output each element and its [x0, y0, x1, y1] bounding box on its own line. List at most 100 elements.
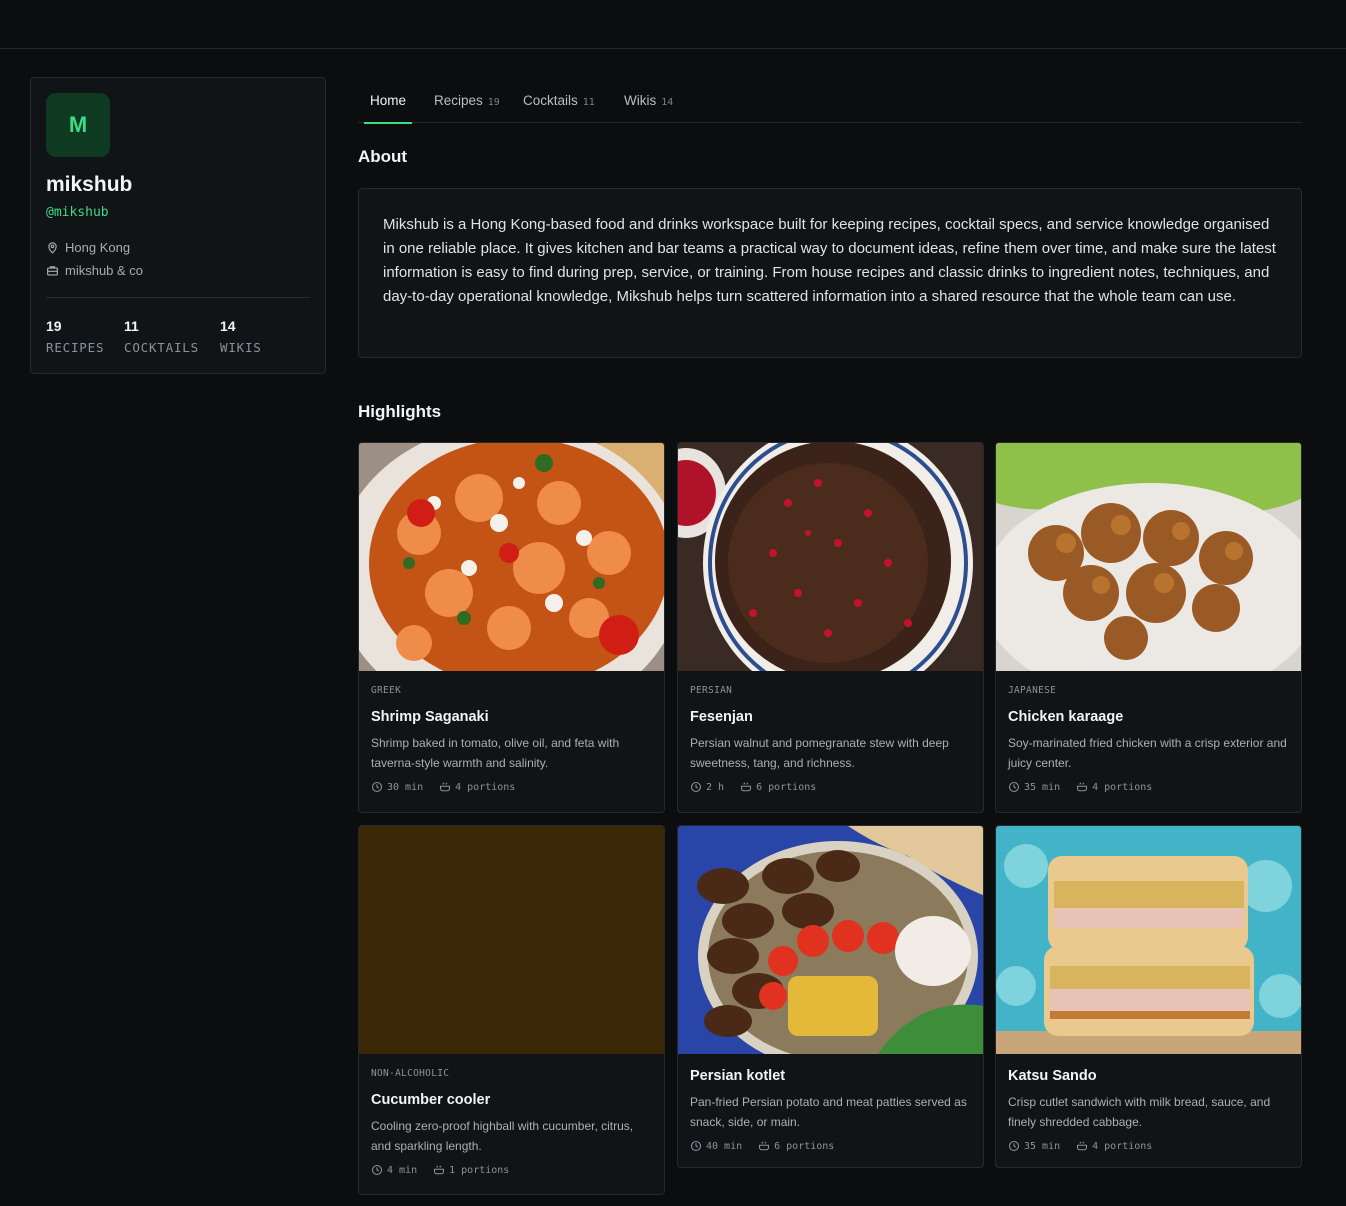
- recipe-card[interactable]: GREEK Shrimp Saganaki Shrimp baked in to…: [358, 442, 665, 813]
- cuisine-label: PERSIAN: [690, 685, 733, 696]
- portions-text: 1 portions: [449, 1164, 510, 1176]
- highlights-heading: Highlights: [358, 402, 442, 421]
- top-bar: [0, 0, 1346, 49]
- about-heading: About: [358, 147, 408, 166]
- avatar: M: [46, 93, 110, 157]
- portions-text: 4 portions: [1092, 1140, 1153, 1152]
- cocktail-meta: 4 min 1 portions: [371, 1164, 652, 1176]
- portions: 1 portions: [433, 1164, 509, 1176]
- clock-icon: [1008, 781, 1020, 793]
- prep-time: 40 min: [690, 1140, 742, 1152]
- portions: 6 portions: [758, 1140, 834, 1152]
- portions-text: 6 portions: [756, 781, 817, 793]
- portions-text: 4 portions: [1092, 781, 1153, 793]
- tab-label: Home: [370, 93, 407, 108]
- about-text: Mikshub is a Hong Kong-based food and dr…: [383, 216, 1276, 305]
- portions: 4 portions: [1076, 1140, 1152, 1152]
- prep-time: 35 min: [1008, 781, 1060, 793]
- tab-cocktails[interactable]: Cocktails 11: [523, 78, 595, 123]
- recipe-title[interactable]: Shrimp Saganaki: [371, 709, 652, 725]
- time-text: 30 min: [387, 781, 424, 793]
- bowl-icon: [440, 782, 451, 792]
- recipe-card[interactable]: PERSIAN Fesenjan Persian walnut and pome…: [677, 442, 984, 813]
- stat-label: COCKTAILS: [124, 340, 199, 355]
- cocktail-title[interactable]: Cucumber cooler: [371, 1092, 652, 1108]
- time-text: 4 min: [387, 1164, 418, 1176]
- recipe-meta: 35 min 4 portions: [1008, 1140, 1289, 1152]
- recipe-meta: 2 h 6 portions: [690, 781, 971, 793]
- stat-label: WIKIS: [220, 340, 262, 355]
- prep-time: 4 min: [371, 1164, 417, 1176]
- recipe-meta: 40 min 6 portions: [690, 1140, 971, 1152]
- stat-recipes[interactable]: 19 RECIPES: [46, 318, 104, 355]
- profile-divider: [46, 297, 310, 298]
- bowl-icon: [741, 782, 752, 792]
- recipe-description: Persian walnut and pomegranate stew with…: [690, 736, 949, 770]
- recipe-title[interactable]: Chicken karaage: [1008, 709, 1289, 725]
- recipe-image: [996, 826, 1301, 1054]
- profile-location: Hong Kong: [46, 240, 130, 255]
- cuisine-label: JAPANESE: [1008, 685, 1057, 696]
- stat-label: RECIPES: [46, 340, 105, 355]
- cocktail-image-placeholder: [359, 826, 664, 1054]
- clock-icon: [690, 1140, 702, 1152]
- cocktail-card[interactable]: NON-ALCOHOLIC Cucumber cooler Cooling ze…: [358, 825, 665, 1195]
- location-text: Hong Kong: [65, 240, 131, 255]
- tab-count: 11: [582, 96, 595, 108]
- recipe-description: Soy-marinated fried chicken with a crisp…: [1008, 736, 1287, 770]
- recipe-description: Shrimp baked in tomato, olive oil, and f…: [371, 736, 620, 770]
- time-text: 2 h: [706, 781, 725, 793]
- recipe-image: [996, 443, 1301, 671]
- company-text: mikshub & co: [65, 263, 144, 278]
- time-text: 35 min: [1024, 1140, 1061, 1152]
- recipe-meta: 30 min 4 portions: [371, 781, 652, 793]
- tab-home[interactable]: Home: [363, 78, 413, 124]
- clock-icon: [371, 1164, 383, 1176]
- tab-bar: Home Recipes 19 Cocktails 11 Wikis 14: [358, 78, 1302, 124]
- stat-wikis[interactable]: 14 WIKIS: [220, 318, 262, 355]
- recipe-title[interactable]: Persian kotlet: [690, 1068, 971, 1084]
- prep-time: 30 min: [371, 781, 423, 793]
- profile-name: mikshub: [46, 173, 133, 196]
- tab-recipes[interactable]: Recipes 19: [434, 78, 500, 123]
- recipe-description: Crisp cutlet sandwich with milk bread, s…: [1008, 1095, 1271, 1129]
- tab-label: Cocktails: [523, 93, 578, 108]
- tab-label: Recipes: [434, 93, 483, 108]
- stat-value: 11: [124, 318, 139, 334]
- recipe-image: [678, 443, 983, 671]
- stat-value: 19: [46, 318, 62, 334]
- recipe-card[interactable]: Persian kotlet Pan-fried Persian potato …: [677, 825, 984, 1168]
- time-text: 40 min: [706, 1140, 743, 1152]
- portions-text: 4 portions: [455, 781, 516, 793]
- about-box: Mikshub is a Hong Kong-based food and dr…: [358, 188, 1302, 358]
- tab-count: 19: [487, 96, 500, 108]
- bowl-icon: [759, 1141, 770, 1151]
- portions: 4 portions: [1076, 781, 1152, 793]
- prep-time: 2 h: [690, 781, 724, 793]
- briefcase-icon: [47, 266, 58, 276]
- recipe-image: [678, 826, 983, 1054]
- location-pin-icon: [48, 242, 57, 254]
- portions-text: 6 portions: [774, 1140, 835, 1152]
- recipe-card[interactable]: JAPANESE Chicken karaage Soy-marinated f…: [995, 442, 1302, 813]
- cocktail-description: Cooling zero-proof highball with cucumbe…: [371, 1119, 634, 1153]
- recipe-description: Pan-fried Persian potato and meat pattie…: [690, 1095, 967, 1129]
- prep-time: 35 min: [1008, 1140, 1060, 1152]
- profile-handle[interactable]: @mikshub: [46, 205, 109, 220]
- profile-company: mikshub & co: [46, 263, 143, 278]
- tab-wikis[interactable]: Wikis 14: [624, 78, 673, 123]
- stat-value: 14: [220, 318, 236, 334]
- clock-icon: [371, 781, 383, 793]
- bowl-icon: [1077, 1141, 1088, 1151]
- recipe-meta: 35 min 4 portions: [1008, 781, 1289, 793]
- portions: 4 portions: [439, 781, 515, 793]
- profile-card: M mikshub @mikshub Hong Kong mikshub & c…: [30, 77, 326, 374]
- recipe-title[interactable]: Fesenjan: [690, 709, 971, 725]
- portions: 6 portions: [740, 781, 816, 793]
- stat-cocktails[interactable]: 11 COCKTAILS: [124, 318, 199, 355]
- recipe-title[interactable]: Katsu Sando: [1008, 1068, 1289, 1084]
- bowl-icon: [1077, 782, 1088, 792]
- recipe-image: [359, 443, 664, 671]
- clock-icon: [690, 781, 702, 793]
- recipe-card[interactable]: Katsu Sando Crisp cutlet sandwich with m…: [995, 825, 1302, 1168]
